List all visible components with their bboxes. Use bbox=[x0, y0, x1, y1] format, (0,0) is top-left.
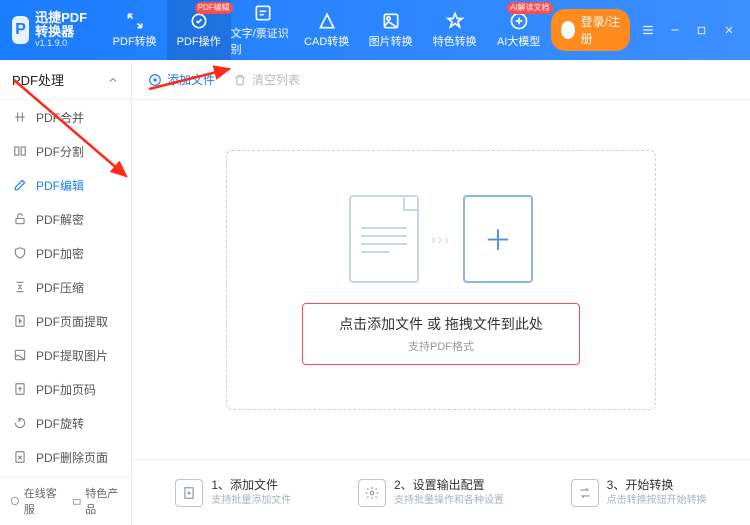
clear-list-button[interactable]: 清空列表 bbox=[233, 71, 300, 88]
number-icon bbox=[12, 381, 28, 397]
toolbar: 添加文件 清空列表 bbox=[132, 60, 750, 100]
add-file-button[interactable]: 添加文件 bbox=[148, 71, 215, 88]
headset-icon bbox=[10, 495, 20, 507]
header-right: 登录/注册 bbox=[551, 9, 738, 51]
delete-icon bbox=[12, 449, 28, 465]
trash-icon bbox=[233, 73, 247, 87]
login-button[interactable]: 登录/注册 bbox=[551, 9, 631, 51]
add-target-icon: ＋ bbox=[463, 195, 533, 283]
step-3: 3、开始转换点击转换按钮开始转换 bbox=[571, 478, 707, 507]
sidebar-header[interactable]: PDF处理 bbox=[0, 60, 131, 100]
app-version: v1.1.9.0 bbox=[35, 39, 91, 49]
steps-bar: 1、添加文件支持批量添加文件 2、设置输出配置支持批量操作和各种设置 3、开始转… bbox=[132, 459, 750, 525]
logo-icon: P bbox=[12, 16, 29, 44]
unlock-icon bbox=[12, 211, 28, 227]
image-extract-icon bbox=[12, 347, 28, 363]
operate-icon bbox=[189, 11, 209, 31]
sidebar-item-compress[interactable]: PDF压缩 bbox=[0, 270, 131, 304]
close-button[interactable] bbox=[719, 18, 738, 42]
dropzone-text: 点击添加文件 或 拖拽文件到此处 支持PDF格式 bbox=[302, 303, 580, 365]
maximize-button[interactable] bbox=[692, 18, 711, 42]
edit-icon bbox=[12, 177, 28, 193]
sidebar-item-extract-image[interactable]: PDF提取图片 bbox=[0, 338, 131, 372]
image-icon bbox=[381, 11, 401, 31]
convert-icon bbox=[125, 11, 145, 31]
badge-ai: AI解读文档 bbox=[507, 2, 553, 14]
document-icon bbox=[349, 195, 419, 283]
nav-special[interactable]: 特色转换 bbox=[423, 0, 487, 60]
sidebar-item-delete-page[interactable]: PDF删除页面 bbox=[0, 440, 131, 474]
nav-pdf-operate[interactable]: PDF编辑 PDF操作 bbox=[167, 0, 231, 60]
dropzone[interactable]: ››› ＋ 点击添加文件 或 拖拽文件到此处 支持PDF格式 bbox=[132, 100, 750, 459]
cad-icon bbox=[317, 11, 337, 31]
menu-button[interactable] bbox=[638, 18, 657, 42]
dropzone-inner: ››› ＋ 点击添加文件 或 拖拽文件到此处 支持PDF格式 bbox=[226, 150, 656, 410]
dropzone-main-text: 点击添加文件 或 拖拽文件到此处 bbox=[339, 314, 543, 334]
nav-image[interactable]: 图片转换 bbox=[359, 0, 423, 60]
header: P 迅捷PDF转换器 v1.1.9.0 PDF转换 PDF编辑 PDF操作 文字… bbox=[0, 0, 750, 60]
dropzone-sub-text: 支持PDF格式 bbox=[339, 338, 543, 354]
chevron-up-icon bbox=[107, 74, 119, 86]
app-logo: P 迅捷PDF转换器 v1.1.9.0 bbox=[12, 11, 91, 49]
sidebar-footer: 在线客服 特色产品 bbox=[0, 476, 131, 525]
step-settings-icon bbox=[358, 479, 386, 507]
rotate-icon bbox=[12, 415, 28, 431]
sidebar-item-decrypt[interactable]: PDF解密 bbox=[0, 202, 131, 236]
nav-cad[interactable]: CAD转换 bbox=[295, 0, 359, 60]
sidebar-list: PDF合并 PDF分割 PDF编辑 PDF解密 PDF加密 PDF压缩 PDF页… bbox=[0, 100, 131, 476]
plus-circle-icon bbox=[148, 73, 162, 87]
star-icon bbox=[445, 11, 465, 31]
step-add-icon bbox=[175, 479, 203, 507]
gift-icon bbox=[72, 495, 82, 507]
app-title: 迅捷PDF转换器 bbox=[35, 11, 91, 40]
support-link[interactable]: 在线客服 bbox=[10, 485, 60, 517]
sidebar: PDF处理 PDF合并 PDF分割 PDF编辑 PDF解密 PDF加密 PDF压… bbox=[0, 60, 132, 525]
nav-ai[interactable]: AI解读文档 AI大模型 bbox=[487, 0, 551, 60]
top-nav: PDF转换 PDF编辑 PDF操作 文字/票证识别 CAD转换 图片转换 特色转… bbox=[103, 0, 551, 60]
nav-ocr[interactable]: 文字/票证识别 bbox=[231, 0, 295, 60]
ocr-icon bbox=[253, 3, 273, 23]
sidebar-item-pagenum[interactable]: PDF加页码 bbox=[0, 372, 131, 406]
step-2: 2、设置输出配置支持批量操作和各种设置 bbox=[358, 478, 504, 507]
step-1: 1、添加文件支持批量添加文件 bbox=[175, 478, 291, 507]
sidebar-item-rotate[interactable]: PDF旋转 bbox=[0, 406, 131, 440]
page-icon bbox=[12, 313, 28, 329]
sidebar-item-edit[interactable]: PDF编辑 bbox=[0, 168, 131, 202]
sidebar-item-merge[interactable]: PDF合并 bbox=[0, 100, 131, 134]
shield-icon bbox=[12, 245, 28, 261]
split-icon bbox=[12, 143, 28, 159]
main: 添加文件 清空列表 ››› ＋ 点击添加文件 或 拖拽文件到此处 bbox=[132, 60, 750, 525]
minimize-button[interactable] bbox=[665, 18, 684, 42]
sidebar-item-split[interactable]: PDF分割 bbox=[0, 134, 131, 168]
badge-pdf-edit: PDF编辑 bbox=[195, 2, 233, 14]
step-convert-icon bbox=[571, 479, 599, 507]
dropzone-illustration: ››› ＋ bbox=[349, 195, 533, 283]
nav-pdf-convert[interactable]: PDF转换 bbox=[103, 0, 167, 60]
ai-icon bbox=[509, 11, 529, 31]
featured-link[interactable]: 特色产品 bbox=[72, 485, 122, 517]
compress-icon bbox=[12, 279, 28, 295]
avatar-icon bbox=[561, 21, 575, 39]
merge-icon bbox=[12, 109, 28, 125]
sidebar-item-extract-page[interactable]: PDF页面提取 bbox=[0, 304, 131, 338]
sidebar-item-encrypt[interactable]: PDF加密 bbox=[0, 236, 131, 270]
dots-icon: ››› bbox=[431, 231, 451, 247]
